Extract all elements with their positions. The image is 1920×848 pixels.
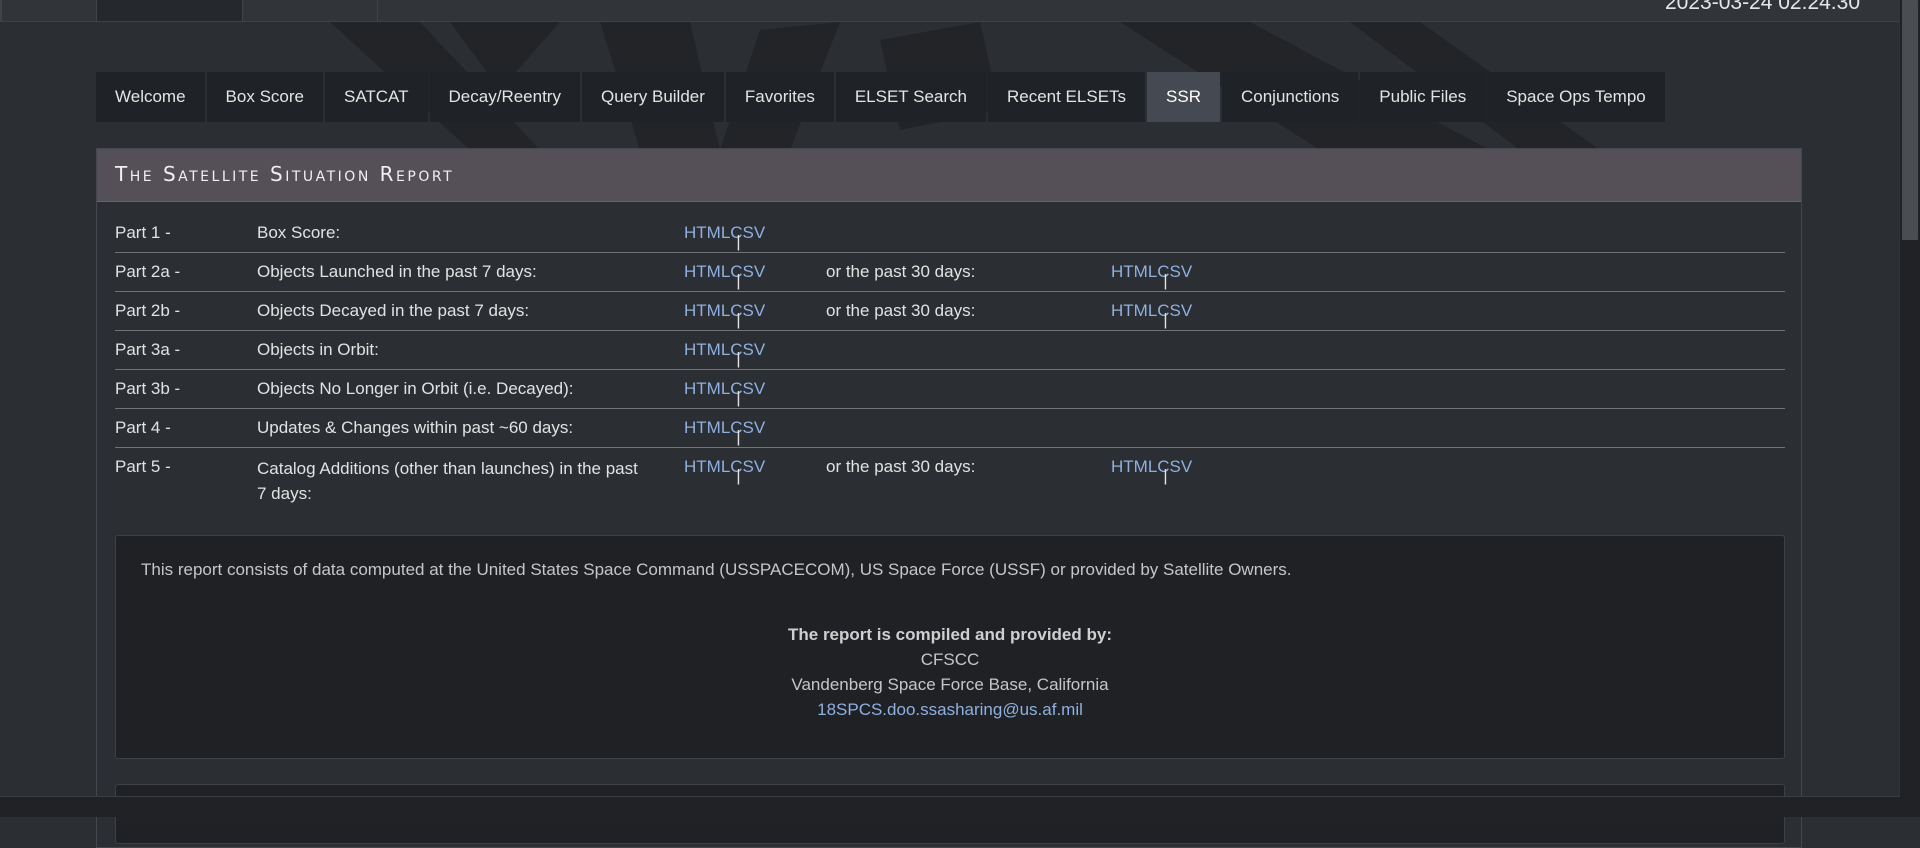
html-link[interactable]: HTML: [684, 262, 730, 281]
tab-public-files[interactable]: Public Files: [1360, 72, 1486, 122]
vertical-scrollbar-thumb[interactable]: [1902, 0, 1918, 240]
compiled-by-block: The report is compiled and provided by: …: [116, 622, 1784, 722]
datetime-display: 2023-03-24 02:24:30: [1665, 0, 1860, 14]
list-item: Part 2b - Objects Decayed in the past 7 …: [115, 292, 1785, 331]
link-group: HTML | CSV: [684, 457, 765, 485]
report-parts-list: Part 1 - Box Score: HTML | CSV Part 2a - O…: [115, 214, 1785, 508]
contact-email-link[interactable]: 18SPCS.doo.ssasharing@us.af.mil: [817, 700, 1083, 719]
ssr-panel: The Satellite Situation Report Part 1 - …: [96, 148, 1802, 848]
top-bar-segment[interactable]: [242, 0, 378, 21]
html-link[interactable]: HTML: [1111, 457, 1157, 476]
link-separator: |: [1163, 310, 1168, 329]
part-label: Part 2b -: [115, 301, 181, 320]
report-description: This report consists of data computed at…: [141, 560, 1292, 579]
compiled-by-label: The report is compiled and provided by:: [788, 625, 1112, 644]
top-bar-edge: [0, 0, 2, 21]
link-separator: |: [736, 232, 741, 251]
link-separator: |: [736, 427, 741, 446]
link-separator: |: [736, 271, 741, 290]
part-label: Part 2a -: [115, 262, 181, 281]
list-item: Part 5 - Catalog Additions (other than l…: [115, 448, 1785, 508]
html-link[interactable]: HTML: [684, 340, 730, 359]
html-link[interactable]: HTML: [1111, 301, 1157, 320]
tab-recent-elsets[interactable]: Recent ELSETs: [987, 72, 1146, 122]
page-title: The Satellite Situation Report: [115, 162, 455, 186]
html-link[interactable]: HTML: [1111, 262, 1157, 281]
part-label: Part 4 -: [115, 418, 171, 437]
link-group-30-days: HTML | CSV: [1111, 457, 1192, 485]
link-group: HTML | CSV: [684, 301, 765, 329]
report-info-box: This report consists of data computed at…: [115, 535, 1785, 759]
link-group-30-days: HTML | CSV: [1111, 301, 1192, 329]
html-link[interactable]: HTML: [684, 301, 730, 320]
part-description: Updates & Changes within past ~60 days:: [257, 418, 574, 437]
list-item: Part 3a - Objects in Orbit: HTML | CSV: [115, 331, 1785, 370]
html-link[interactable]: HTML: [684, 457, 730, 476]
link-group: HTML | CSV: [684, 379, 765, 407]
tab-decay-reentry[interactable]: Decay/Reentry: [429, 72, 580, 122]
html-link[interactable]: HTML: [684, 223, 730, 242]
tab-query-builder[interactable]: Query Builder: [581, 72, 724, 122]
part-description: Objects in Orbit:: [257, 340, 379, 359]
list-item: Part 4 - Updates & Changes within past ~…: [115, 409, 1785, 448]
link-separator: |: [736, 466, 741, 485]
part-description: Objects Launched in the past 7 days:: [257, 262, 537, 281]
tab-conjunctions[interactable]: Conjunctions: [1222, 72, 1359, 122]
list-item: Part 2a - Objects Launched in the past 7…: [115, 253, 1785, 292]
link-separator: |: [736, 349, 741, 368]
top-bar-segment[interactable]: [96, 0, 243, 21]
alt-period-label: or the past 30 days:: [826, 457, 976, 476]
tab-box-score[interactable]: Box Score: [206, 72, 323, 122]
tab-space-ops-tempo[interactable]: Space Ops Tempo: [1487, 72, 1665, 122]
part-label: Part 3b -: [115, 379, 181, 398]
part-label: Part 1 -: [115, 223, 171, 242]
part-label: Part 5 -: [115, 457, 171, 476]
list-item: Part 1 - Box Score: HTML | CSV: [115, 214, 1785, 253]
alt-period-label: or the past 30 days:: [826, 262, 976, 281]
main-nav: Welcome Box Score SATCAT Decay/Reentry Q…: [96, 72, 1667, 122]
alt-period-label: or the past 30 days:: [826, 301, 976, 320]
list-item: Part 3b - Objects No Longer in Orbit (i.…: [115, 370, 1785, 409]
link-group: HTML | CSV: [684, 418, 765, 446]
tab-ssr[interactable]: SSR: [1147, 72, 1220, 122]
part-label: Part 3a -: [115, 340, 181, 359]
tab-favorites[interactable]: Favorites: [725, 72, 834, 122]
link-separator: |: [1163, 466, 1168, 485]
html-link[interactable]: HTML: [684, 379, 730, 398]
html-link[interactable]: HTML: [684, 418, 730, 437]
panel-header: The Satellite Situation Report: [97, 149, 1801, 202]
tab-satcat[interactable]: SATCAT: [324, 72, 428, 122]
link-group: HTML | CSV: [684, 223, 765, 251]
part-description: Objects Decayed in the past 7 days:: [257, 301, 530, 320]
organization-name: CFSCC: [920, 650, 980, 669]
link-group-30-days: HTML | CSV: [1111, 262, 1192, 290]
vertical-scrollbar[interactable]: [1899, 0, 1920, 797]
organization-location: Vandenberg Space Force Base, California: [791, 675, 1109, 694]
part-description: Objects No Longer in Orbit (i.e. Decayed…: [257, 379, 574, 398]
horizontal-scrollbar[interactable]: [0, 796, 1900, 817]
part-description: Catalog Additions (other than launches) …: [257, 459, 638, 503]
link-separator: |: [1163, 271, 1168, 290]
top-bar: 2023-03-24 02:24:30: [0, 0, 1900, 22]
tab-welcome[interactable]: Welcome: [96, 72, 205, 122]
link-group: HTML | CSV: [684, 262, 765, 290]
link-separator: |: [736, 310, 741, 329]
link-separator: |: [736, 388, 741, 407]
link-group: HTML | CSV: [684, 340, 765, 368]
part-description: Box Score:: [257, 223, 341, 242]
scrollbar-corner: [1900, 797, 1920, 817]
tab-elset-search[interactable]: ELSET Search: [835, 72, 986, 122]
